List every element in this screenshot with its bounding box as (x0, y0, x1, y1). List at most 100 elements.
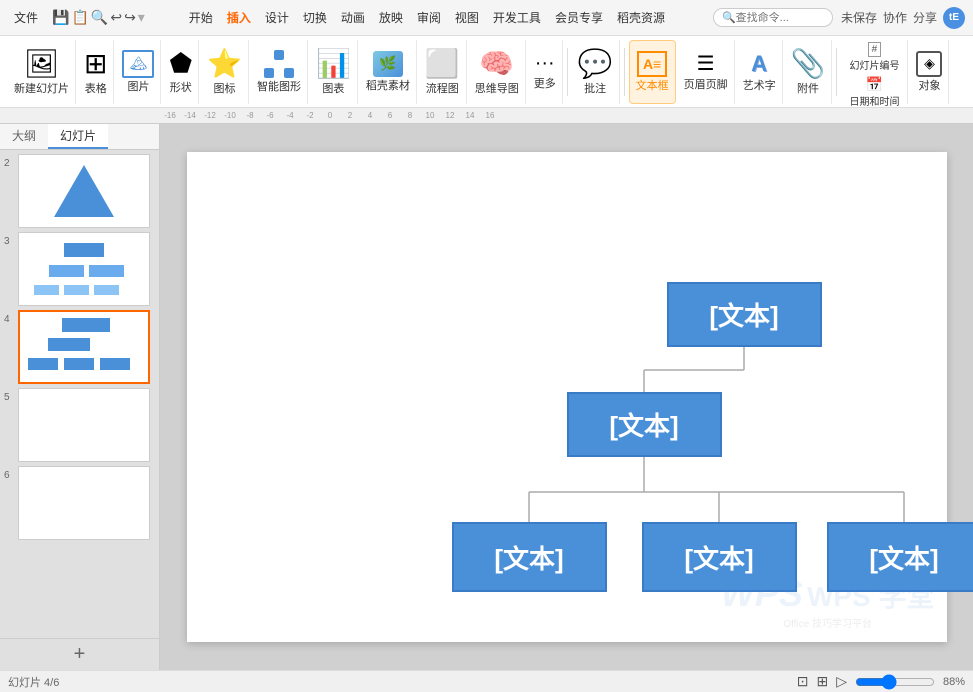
menu-vip[interactable]: 会员专享 (549, 7, 609, 28)
ribbon-divider-2 (624, 48, 625, 96)
header-footer-label: 页眉页脚 (684, 76, 728, 92)
slide-thumb-4[interactable]: 4 (18, 310, 155, 384)
menu-animation[interactable]: 动画 (335, 7, 371, 28)
ribbon-table[interactable]: ⊞ 表格 (78, 40, 114, 104)
slide-thumb-3[interactable]: 3 (18, 232, 155, 306)
slide-thumb-2[interactable]: 2 (18, 154, 155, 228)
org-node-bot-left[interactable]: [文本] (452, 522, 607, 592)
wps-xuetang-text: WPS 学堂 (807, 575, 935, 615)
ribbon-chart[interactable]: 📊 图表 (310, 40, 358, 104)
slide-thumb-5[interactable]: 5 (18, 388, 155, 462)
org-node-top[interactable]: [文本] (667, 282, 822, 347)
attachment-icon: 📎 (791, 47, 826, 80)
org-node-bot-right-text: [文本] (869, 539, 938, 576)
org-node-top-text: [文本] (709, 296, 778, 333)
ribbon-daoke[interactable]: 🌿 稻壳素材 (360, 40, 417, 104)
image-icon: 🏔 (122, 50, 154, 78)
ribbon-image[interactable]: 🏔 图片 (116, 40, 161, 104)
file-menu-group: 文件 (8, 7, 44, 28)
slide-num-2: 2 (4, 158, 10, 169)
ribbon-more[interactable]: ··· 更多 (528, 40, 563, 104)
ribbon-icon[interactable]: ⭐ 图标 (201, 40, 249, 104)
slide-panel: 大纲 幻灯片 2 3 (0, 124, 160, 670)
menu-file[interactable]: 文件 (8, 7, 44, 28)
panel-tabs: 大纲 幻灯片 (0, 124, 159, 150)
menu-design[interactable]: 设计 (259, 7, 295, 28)
chart-icon: 📊 (316, 47, 351, 80)
tab-outline[interactable]: 大纲 (0, 124, 48, 149)
comment-label: 批注 (584, 80, 606, 96)
menu-start[interactable]: 开始 (183, 7, 219, 28)
ribbon-textbox[interactable]: A≡ 文本框 (629, 40, 676, 104)
tab-slides[interactable]: 幻灯片 (48, 124, 108, 149)
table-icon: ⊞ (84, 47, 107, 80)
header-footer-icon: ☰ (697, 51, 715, 76)
ribbon-header-footer[interactable]: ☰ 页眉页脚 (678, 40, 735, 104)
ribbon: 🖼 新建幻灯片 ⊞ 表格 🏔 图片 ⬟ 形状 ⭐ 图标 智能图形 📊 图表 🌿 (0, 36, 973, 108)
org-node-mid[interactable]: [文本] (567, 392, 722, 457)
main-area: 大纲 幻灯片 2 3 (0, 124, 973, 670)
org-node-bot-mid-text: [文本] (684, 539, 753, 576)
avatar[interactable]: tE (943, 7, 965, 29)
search-icon: 🔍 (722, 11, 736, 24)
slide-num-5: 5 (4, 392, 10, 403)
slides-list: 2 3 (0, 150, 159, 638)
datetime-label: 日期和时间 (849, 93, 899, 108)
search-box[interactable]: 🔍 (713, 8, 833, 27)
ribbon-comment[interactable]: 💬 批注 (572, 40, 620, 104)
slide-thumb-6-content (18, 466, 150, 540)
thumb4-top (62, 318, 110, 332)
menu-devtools[interactable]: 开发工具 (487, 7, 547, 28)
menu-view[interactable]: 视图 (449, 7, 485, 28)
toolbar-icon-1[interactable]: 💾 (52, 9, 69, 26)
title-bar: 文件 💾 📋 🔍 ↩ ↪ ▾ 开始 插入 设计 切换 动画 放映 审阅 视图 开… (0, 0, 973, 36)
ribbon-wordart[interactable]: A 艺术字 (737, 40, 783, 104)
slide-thumb-3-content (18, 232, 150, 306)
menu-insert[interactable]: 插入 (221, 7, 257, 28)
slide-thumb-6[interactable]: 6 (18, 466, 155, 540)
ribbon-slidenum-item[interactable]: # 幻灯片编号 (845, 40, 903, 74)
icon-label: 图标 (214, 80, 236, 96)
toolbar-icon-5[interactable]: ↪ (124, 9, 136, 26)
horizontal-ruler: -16 -14 -12 -10 -8 -6 -4 -2 0 2 4 6 8 10… (0, 108, 973, 124)
ruler-marks: -16 -14 -12 -10 -8 -6 -4 -2 0 2 4 6 8 10… (160, 111, 500, 120)
share-button[interactable]: 分享 (913, 9, 937, 26)
ribbon-flowchart[interactable]: ⬜ 流程图 (419, 40, 467, 104)
collaborate-button[interactable]: 协作 (883, 9, 907, 26)
daoke-label: 稻壳素材 (366, 77, 410, 93)
toolbar-dropdown[interactable]: ▾ (138, 9, 145, 26)
ribbon-new-slide[interactable]: 🖼 新建幻灯片 (8, 40, 76, 104)
menu-resources[interactable]: 稻壳资源 (611, 7, 671, 28)
menu-transition[interactable]: 切换 (297, 7, 333, 28)
slide-canvas[interactable]: [文本] [文本] [文本] [文本] [文本] WPS (187, 152, 947, 642)
thumb4-bot3 (100, 358, 130, 370)
add-slide-button[interactable]: + (0, 638, 159, 670)
title-right-actions: 未保存 协作 分享 tE (841, 7, 965, 29)
slide-num-4: 4 (4, 314, 10, 325)
ribbon-shape[interactable]: ⬟ 形状 (163, 40, 199, 104)
thumb4-mid (48, 338, 90, 351)
title-menu-center: 开始 插入 设计 切换 动画 放映 审阅 视图 开发工具 会员专享 稻壳资源 (149, 7, 705, 28)
wps-logo-text: WPS (721, 573, 803, 615)
toolbar-icon-2[interactable]: 📋 (71, 9, 88, 26)
smart-label: 智能图形 (257, 78, 301, 94)
ribbon-mindmap[interactable]: 🧠 思维导图 (469, 40, 526, 104)
menu-slideshow[interactable]: 放映 (373, 7, 409, 28)
thumb4-bot2 (64, 358, 94, 370)
toolbar-icon-3[interactable]: 🔍 (91, 9, 108, 26)
slide-thumb-4-content (18, 310, 150, 384)
search-input[interactable] (736, 12, 826, 24)
flowchart-label: 流程图 (426, 80, 459, 96)
menu-review[interactable]: 审阅 (411, 7, 447, 28)
datetime-icon: 📅 (866, 76, 883, 93)
ribbon-divider-3 (836, 48, 837, 96)
slide-thumb-5-content (18, 388, 150, 462)
ribbon-attachment[interactable]: 📎 附件 (785, 40, 833, 104)
ribbon-object[interactable]: ◈ 对象 (910, 40, 949, 104)
ribbon-datetime-item[interactable]: 📅 日期和时间 (845, 74, 903, 110)
ribbon-smart[interactable]: 智能图形 (251, 40, 308, 104)
toolbar-icon-4[interactable]: ↩ (110, 9, 122, 26)
title-menu-left: 文件 💾 📋 🔍 ↩ ↪ ▾ (8, 7, 149, 28)
unsaved-status[interactable]: 未保存 (841, 9, 877, 26)
object-label: 对象 (918, 77, 940, 93)
